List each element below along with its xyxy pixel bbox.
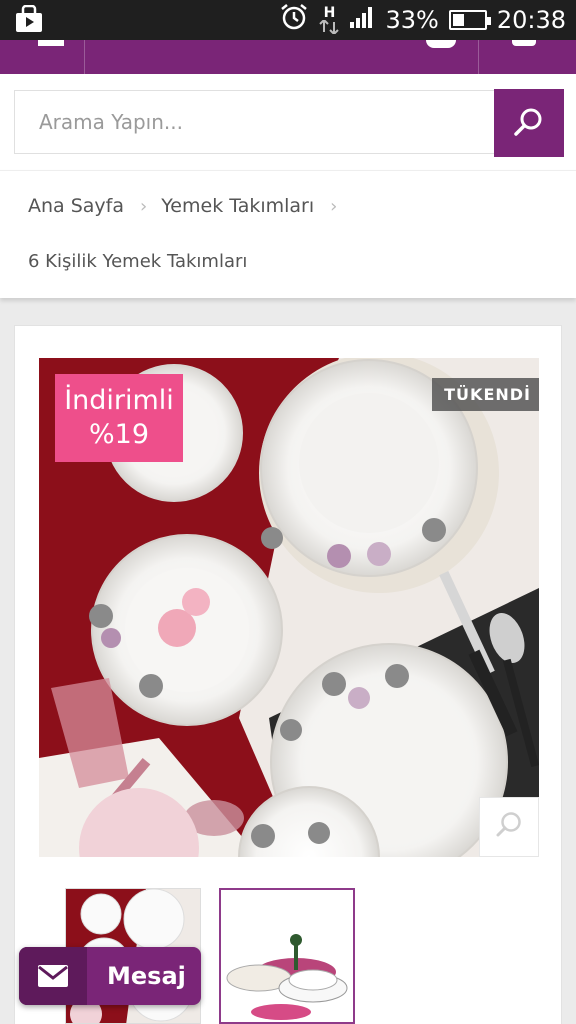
product-card: İndirimli %19 TÜKENDİ	[14, 325, 562, 1024]
envelope-icon	[19, 947, 87, 1005]
status-bar: H 33% 20:38	[0, 0, 576, 40]
cart-icon[interactable]	[512, 40, 536, 46]
clock: 20:38	[496, 6, 566, 34]
search-icon	[494, 810, 524, 844]
app-header	[0, 40, 576, 74]
discount-percent: %19	[88, 419, 149, 450]
breadcrumb: Ana Sayfa › Yemek Takımları › 6 Kişilik …	[0, 170, 576, 298]
alarm-icon	[279, 2, 309, 38]
chevron-right-icon: ›	[140, 195, 148, 217]
discount-badge: İndirimli %19	[55, 374, 183, 462]
header-divider	[84, 40, 85, 74]
thumbnail-photo	[221, 890, 353, 1022]
message-button-label: Mesaj	[107, 962, 186, 990]
user-icon[interactable]	[426, 40, 456, 48]
search-bar	[0, 74, 576, 170]
thumbnail-selected[interactable]	[219, 888, 355, 1024]
battery-percent: 33%	[385, 6, 439, 34]
search-button[interactable]	[494, 89, 564, 157]
signal-icon	[349, 6, 375, 34]
breadcrumb-home[interactable]: Ana Sayfa	[28, 195, 124, 217]
battery-icon	[448, 10, 491, 30]
zoom-button[interactable]	[479, 797, 539, 857]
battery-fill	[452, 14, 465, 26]
network-type: H	[323, 5, 336, 21]
discount-label: İndirimli	[64, 385, 174, 416]
search-input[interactable]	[14, 90, 496, 154]
product-image[interactable]: İndirimli %19 TÜKENDİ	[39, 358, 539, 857]
chevron-right-icon: ›	[330, 195, 338, 217]
message-button[interactable]: Mesaj	[19, 947, 201, 1005]
breadcrumb-current[interactable]: 6 Kişilik Yemek Takımları	[28, 251, 247, 272]
store-icon	[14, 4, 44, 37]
breadcrumb-category[interactable]: Yemek Takımları	[161, 195, 314, 217]
search-icon	[513, 106, 545, 141]
network-icon: H	[319, 5, 340, 34]
menu-icon[interactable]	[38, 40, 64, 46]
out-of-stock-label: TÜKENDİ	[432, 378, 539, 411]
